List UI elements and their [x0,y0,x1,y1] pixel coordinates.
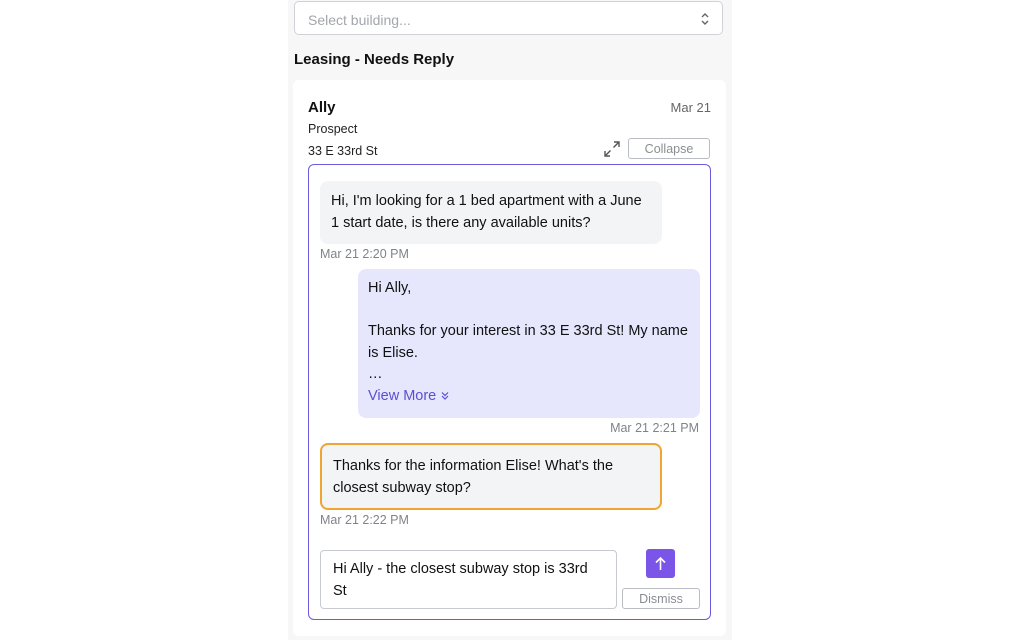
building-select-placeholder: Select building... [308,12,411,28]
message-thread: Hi, I'm looking for a 1 bed apartment wi… [308,164,711,620]
message-timestamp: Mar 21 2:21 PM [610,421,699,435]
incoming-message-needs-reply: Thanks for the information Elise! What's… [320,443,662,510]
inbox-column: Select building... Leasing - Needs Reply… [288,0,732,640]
contact-name: Ally [308,99,336,116]
conversation-card: Ally Mar 21 Prospect 33 E 33rd St Collap… [293,80,726,636]
message-timestamp: Mar 21 2:20 PM [320,247,409,261]
message-timestamp: Mar 21 2:22 PM [320,513,409,527]
outgoing-message: Hi Ally, Thanks for your interest in 33 … [358,269,700,418]
building-select[interactable]: Select building... [294,1,723,35]
chevron-up-down-icon [701,13,709,25]
reply-input[interactable]: Hi Ally - the closest subway stop is 33r… [320,550,617,609]
conversation-date: Mar 21 [670,100,711,115]
message-line: Thanks for your interest in 33 E 33rd St… [368,323,688,361]
dismiss-button[interactable]: Dismiss [622,588,700,609]
view-more-link[interactable]: View More [368,386,450,408]
contact-role: Prospect [308,122,358,136]
send-button[interactable] [646,549,675,578]
section-title: Leasing - Needs Reply [294,51,455,68]
message-line: Hi Ally, [368,280,412,296]
contact-address: 33 E 33rd St [308,144,378,158]
message-line [368,300,690,322]
collapse-button[interactable]: Collapse [628,138,710,159]
incoming-message: Hi, I'm looking for a 1 bed apartment wi… [320,181,662,244]
expand-icon[interactable] [603,140,621,158]
arrow-up-icon [655,556,666,570]
view-more-label: View More [368,387,437,404]
message-line: … [368,366,383,382]
chevrons-down-icon [441,392,449,401]
